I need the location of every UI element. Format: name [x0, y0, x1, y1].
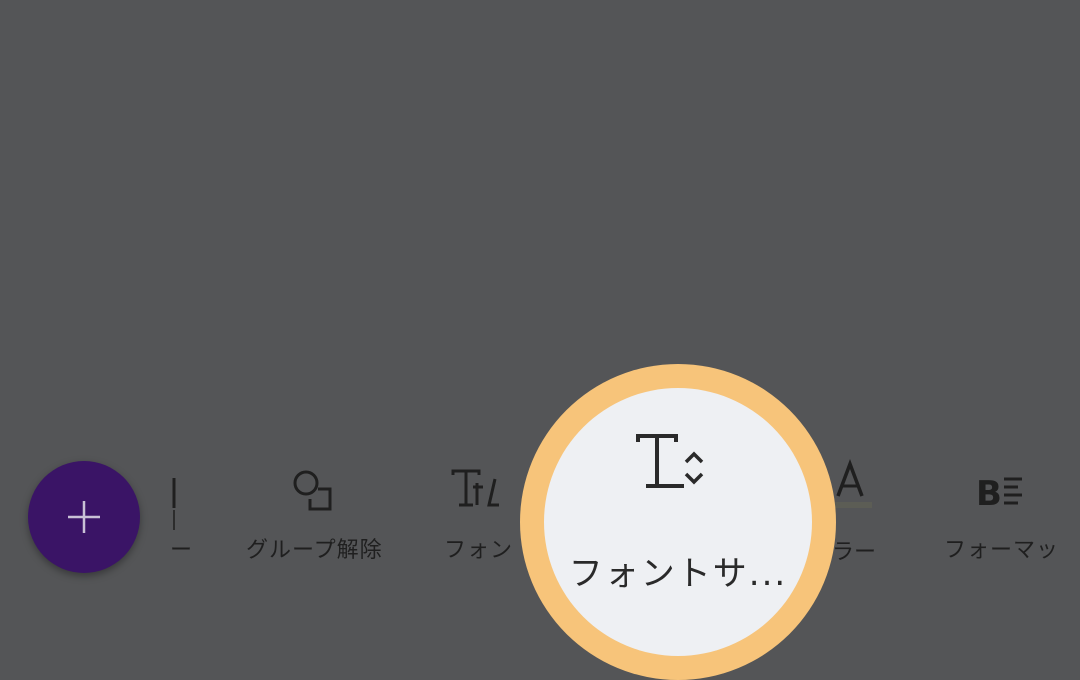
tool-font[interactable]: フォン [444, 460, 513, 564]
plus-icon [68, 501, 100, 533]
tool-font-size-label: フォントサ... [568, 554, 788, 594]
svg-text:B: B [976, 474, 1002, 513]
tool-ungroup[interactable]: グループ解除 [246, 460, 383, 564]
add-button[interactable] [28, 461, 140, 573]
tool-font-size[interactable]: フォントサ... [544, 388, 812, 656]
tool-partial[interactable]: ー [160, 470, 200, 570]
font-icon [451, 469, 499, 507]
tool-ungroup-label: グループ解除 [246, 538, 383, 563]
tool-text-color-label: ラー [832, 540, 877, 565]
tool-partial-label: ー [170, 538, 193, 563]
tool-format-label: フォーマッ [944, 538, 1060, 563]
tool-font-label: フォン [444, 538, 514, 563]
format-icon: B [976, 474, 1022, 513]
tool-format[interactable]: B フォーマッ [944, 460, 1059, 564]
ungroup-icon [293, 470, 332, 511]
font-size-icon [636, 434, 704, 488]
text-color-icon [834, 459, 872, 508]
